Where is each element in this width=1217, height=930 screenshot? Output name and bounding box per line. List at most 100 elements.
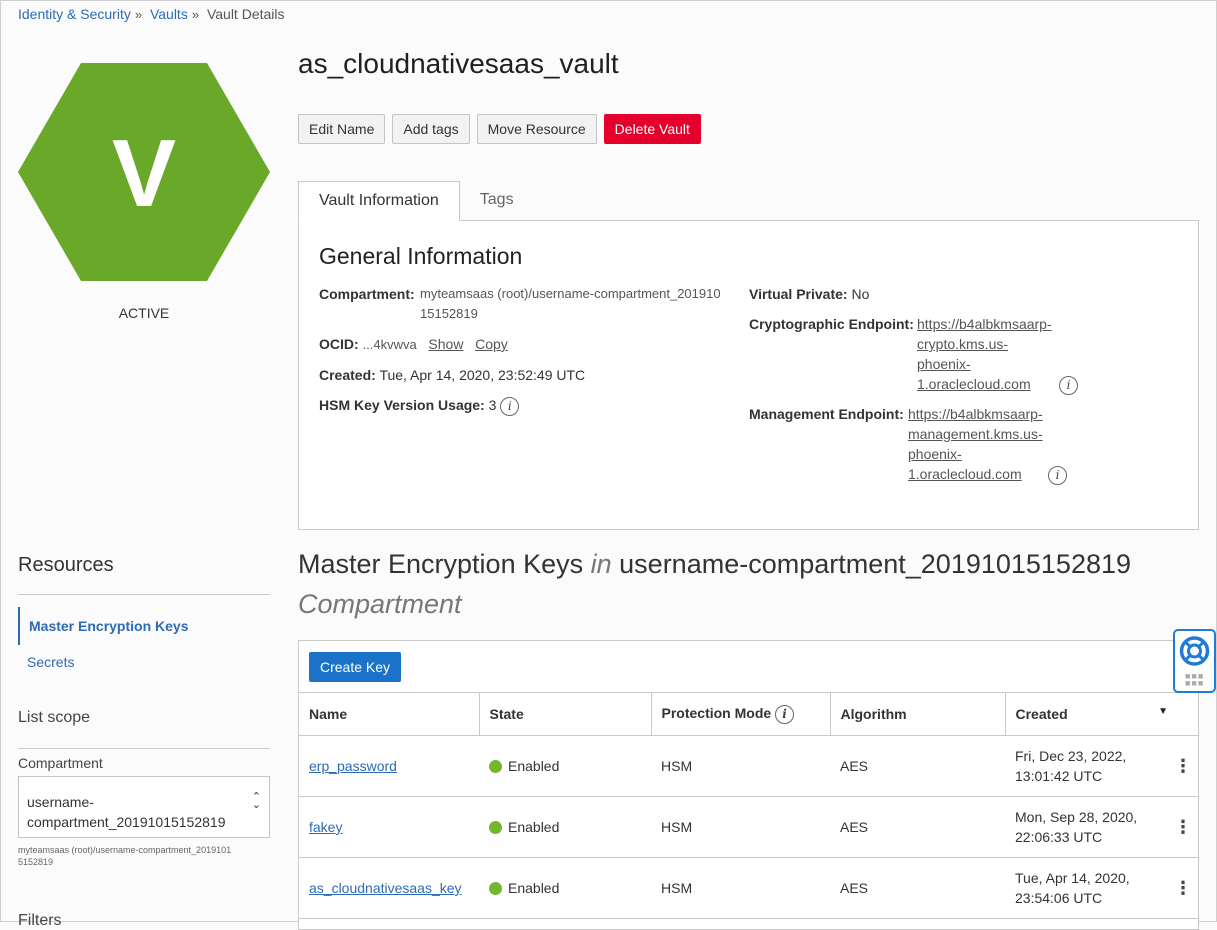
detail-tabs: Vault Information Tags xyxy=(298,181,534,221)
status-dot-icon xyxy=(489,821,502,834)
info-icon[interactable]: i xyxy=(1048,465,1067,485)
key-protection-mode: HSM xyxy=(651,796,830,858)
chevron-up-down-icon: ⌃ ⌄ xyxy=(251,791,261,811)
column-state[interactable]: State xyxy=(479,692,652,736)
table-row: erp_password Enabled HSM AES Fri, Dec 23… xyxy=(299,735,1198,797)
lifebuoy-icon xyxy=(1179,636,1210,666)
created-label: Created: xyxy=(319,367,376,383)
edit-name-button[interactable]: Edit Name xyxy=(298,114,386,144)
breadcrumb-separator: » xyxy=(191,7,200,22)
key-state: Enabled xyxy=(508,758,560,774)
list-scope-title: List scope xyxy=(18,709,91,726)
virtual-private-value: No xyxy=(851,286,870,302)
crypto-endpoint-line[interactable]: phoenix- xyxy=(917,356,971,372)
keys-title-main: Master Encryption Keys xyxy=(298,549,584,579)
column-created-label: Created xyxy=(1015,706,1068,722)
created-field: Created: Tue, Apr 14, 2020, 23:52:49 UTC xyxy=(319,365,585,385)
key-name-link[interactable]: as_cloudnativesaas_key xyxy=(309,880,462,896)
ocid-value: ...4kvwva xyxy=(362,337,417,352)
column-created[interactable]: Created ▼ xyxy=(1005,692,1198,736)
mgmt-endpoint-line[interactable]: https://b4albkmsaarp- xyxy=(908,406,1043,422)
breadcrumb-vaults[interactable]: Vaults xyxy=(150,6,188,22)
delete-vault-button[interactable]: Delete Vault xyxy=(603,114,701,144)
tab-tags[interactable]: Tags xyxy=(460,181,534,221)
filters-title: Filters xyxy=(18,912,62,929)
crypto-endpoint-link[interactable]: https://b4albkmsaarp- crypto.kms.us- pho… xyxy=(917,314,1052,394)
help-widget[interactable]: ■■■ ■■■ xyxy=(1173,629,1216,693)
hsm-usage-field: HSM Key Version Usage: 3 i xyxy=(319,395,520,416)
table-row: as_cloudnativesaas_key Enabled HSM AES T… xyxy=(299,857,1198,919)
crypto-endpoint-line[interactable]: crypto.kms.us- xyxy=(917,336,1008,352)
divider xyxy=(18,748,270,749)
info-icon[interactable]: i xyxy=(500,396,520,416)
key-name-link[interactable]: erp_password xyxy=(309,758,397,774)
keys-table: Name State Protection Mode i Algorithm C… xyxy=(299,692,1198,919)
status-dot-icon xyxy=(489,882,502,895)
compartment-select-label: Compartment xyxy=(18,755,103,771)
crypto-endpoint-line[interactable]: 1.oraclecloud.com xyxy=(917,376,1031,392)
key-state: Enabled xyxy=(508,880,560,896)
crypto-endpoint-line[interactable]: https://b4albkmsaarp- xyxy=(917,316,1052,332)
compartment-label: Compartment: xyxy=(319,286,415,302)
column-name[interactable]: Name xyxy=(299,692,480,736)
mgmt-endpoint-link[interactable]: https://b4albkmsaarp- management.kms.us-… xyxy=(908,404,1043,484)
resource-master-encryption-keys[interactable]: Master Encryption Keys xyxy=(18,607,270,645)
compartment-value-line: myteamsaas (root)/username-compartment_2… xyxy=(420,286,721,301)
sort-descending-icon[interactable]: ▼ xyxy=(1158,706,1168,717)
status-dot-icon xyxy=(489,760,502,773)
column-protection-mode-label: Protection Mode xyxy=(661,704,772,721)
key-algorithm: AES xyxy=(830,857,1005,919)
ocid-show-link[interactable]: Show xyxy=(428,336,463,352)
add-tags-button[interactable]: Add tags xyxy=(392,114,470,144)
vault-information-panel: General Information Compartment: myteams… xyxy=(298,220,1199,530)
hsm-usage-value: 3 xyxy=(488,397,497,413)
resource-secrets[interactable]: Secrets xyxy=(18,643,270,681)
mgmt-endpoint-line[interactable]: phoenix- xyxy=(908,446,962,462)
keys-title-suffix: Compartment xyxy=(298,589,462,619)
column-algorithm[interactable]: Algorithm xyxy=(830,692,1006,736)
column-protection-mode[interactable]: Protection Mode i xyxy=(651,692,831,736)
breadcrumb-identity-security[interactable]: Identity & Security xyxy=(18,6,131,22)
compartment-path-hint-line: myteamsaas (root)/username-compartment_2… xyxy=(18,845,232,855)
virtual-private-field: Virtual Private: No xyxy=(749,284,869,304)
info-icon[interactable]: i xyxy=(1059,375,1078,395)
compartment-value-line: 15152819 xyxy=(420,306,478,321)
row-actions-menu-icon[interactable]: ⋮ xyxy=(1174,879,1192,897)
mgmt-endpoint-label: Management Endpoint: xyxy=(749,406,904,422)
compartment-value: myteamsaas (root)/username-compartment_2… xyxy=(420,284,721,324)
ocid-label: OCID: xyxy=(319,336,359,352)
ocid-field: OCID: ...4kvwva Show Copy xyxy=(319,334,508,355)
create-key-button[interactable]: Create Key xyxy=(309,652,402,682)
keys-title-compartment: username-compartment_20191015152819 xyxy=(619,549,1132,579)
mgmt-endpoint-line[interactable]: 1.oraclecloud.com xyxy=(908,466,1022,482)
grid-handle-icon[interactable]: ■■■ ■■■ xyxy=(1185,672,1205,688)
breadcrumb-separator: » xyxy=(134,7,143,22)
row-actions-menu-icon[interactable]: ⋮ xyxy=(1174,818,1192,836)
breadcrumb: Identity & Security» Vaults» Vault Detai… xyxy=(18,6,285,22)
ocid-copy-link[interactable]: Copy xyxy=(475,336,508,352)
vault-status: ACTIVE xyxy=(118,305,170,321)
tab-vault-information[interactable]: Vault Information xyxy=(298,181,460,221)
key-created: Tue, Apr 14, 2020, 23:54:06 UTC ⋮ xyxy=(1005,857,1198,919)
vault-badge-letter: V xyxy=(112,120,176,227)
key-algorithm: AES xyxy=(830,796,1005,858)
keys-panel: Create Key Name State Protection Mode i … xyxy=(298,640,1199,930)
table-row: fakey Enabled HSM AES Mon, Sep 28, 2020,… xyxy=(299,796,1198,858)
key-created-line: Tue, Apr 14, 2020, xyxy=(1015,870,1130,886)
key-name-link[interactable]: fakey xyxy=(309,819,342,835)
row-actions-menu-icon[interactable]: ⋮ xyxy=(1174,757,1192,775)
compartment-select[interactable]: username- compartment_20191015152819 ⌃ ⌄ xyxy=(18,776,270,838)
mgmt-endpoint-line[interactable]: management.kms.us- xyxy=(908,426,1043,442)
keys-section-title: Master Encryption Keys in username-compa… xyxy=(298,544,1198,624)
compartment-select-value: compartment_20191015152819 xyxy=(27,814,226,830)
key-created-line: Mon, Sep 28, 2020, xyxy=(1015,809,1138,825)
move-resource-button[interactable]: Move Resource xyxy=(476,114,597,144)
info-icon[interactable]: i xyxy=(775,704,795,724)
vault-badge: V xyxy=(18,63,270,281)
crypto-endpoint-label: Cryptographic Endpoint: xyxy=(749,316,914,332)
divider xyxy=(18,594,270,595)
crypto-endpoint-field: Cryptographic Endpoint: xyxy=(749,314,914,334)
virtual-private-label: Virtual Private: xyxy=(749,286,848,302)
page-title: as_cloudnativesaas_vault xyxy=(298,48,619,79)
key-created-line: Fri, Dec 23, 2022, xyxy=(1015,748,1127,764)
